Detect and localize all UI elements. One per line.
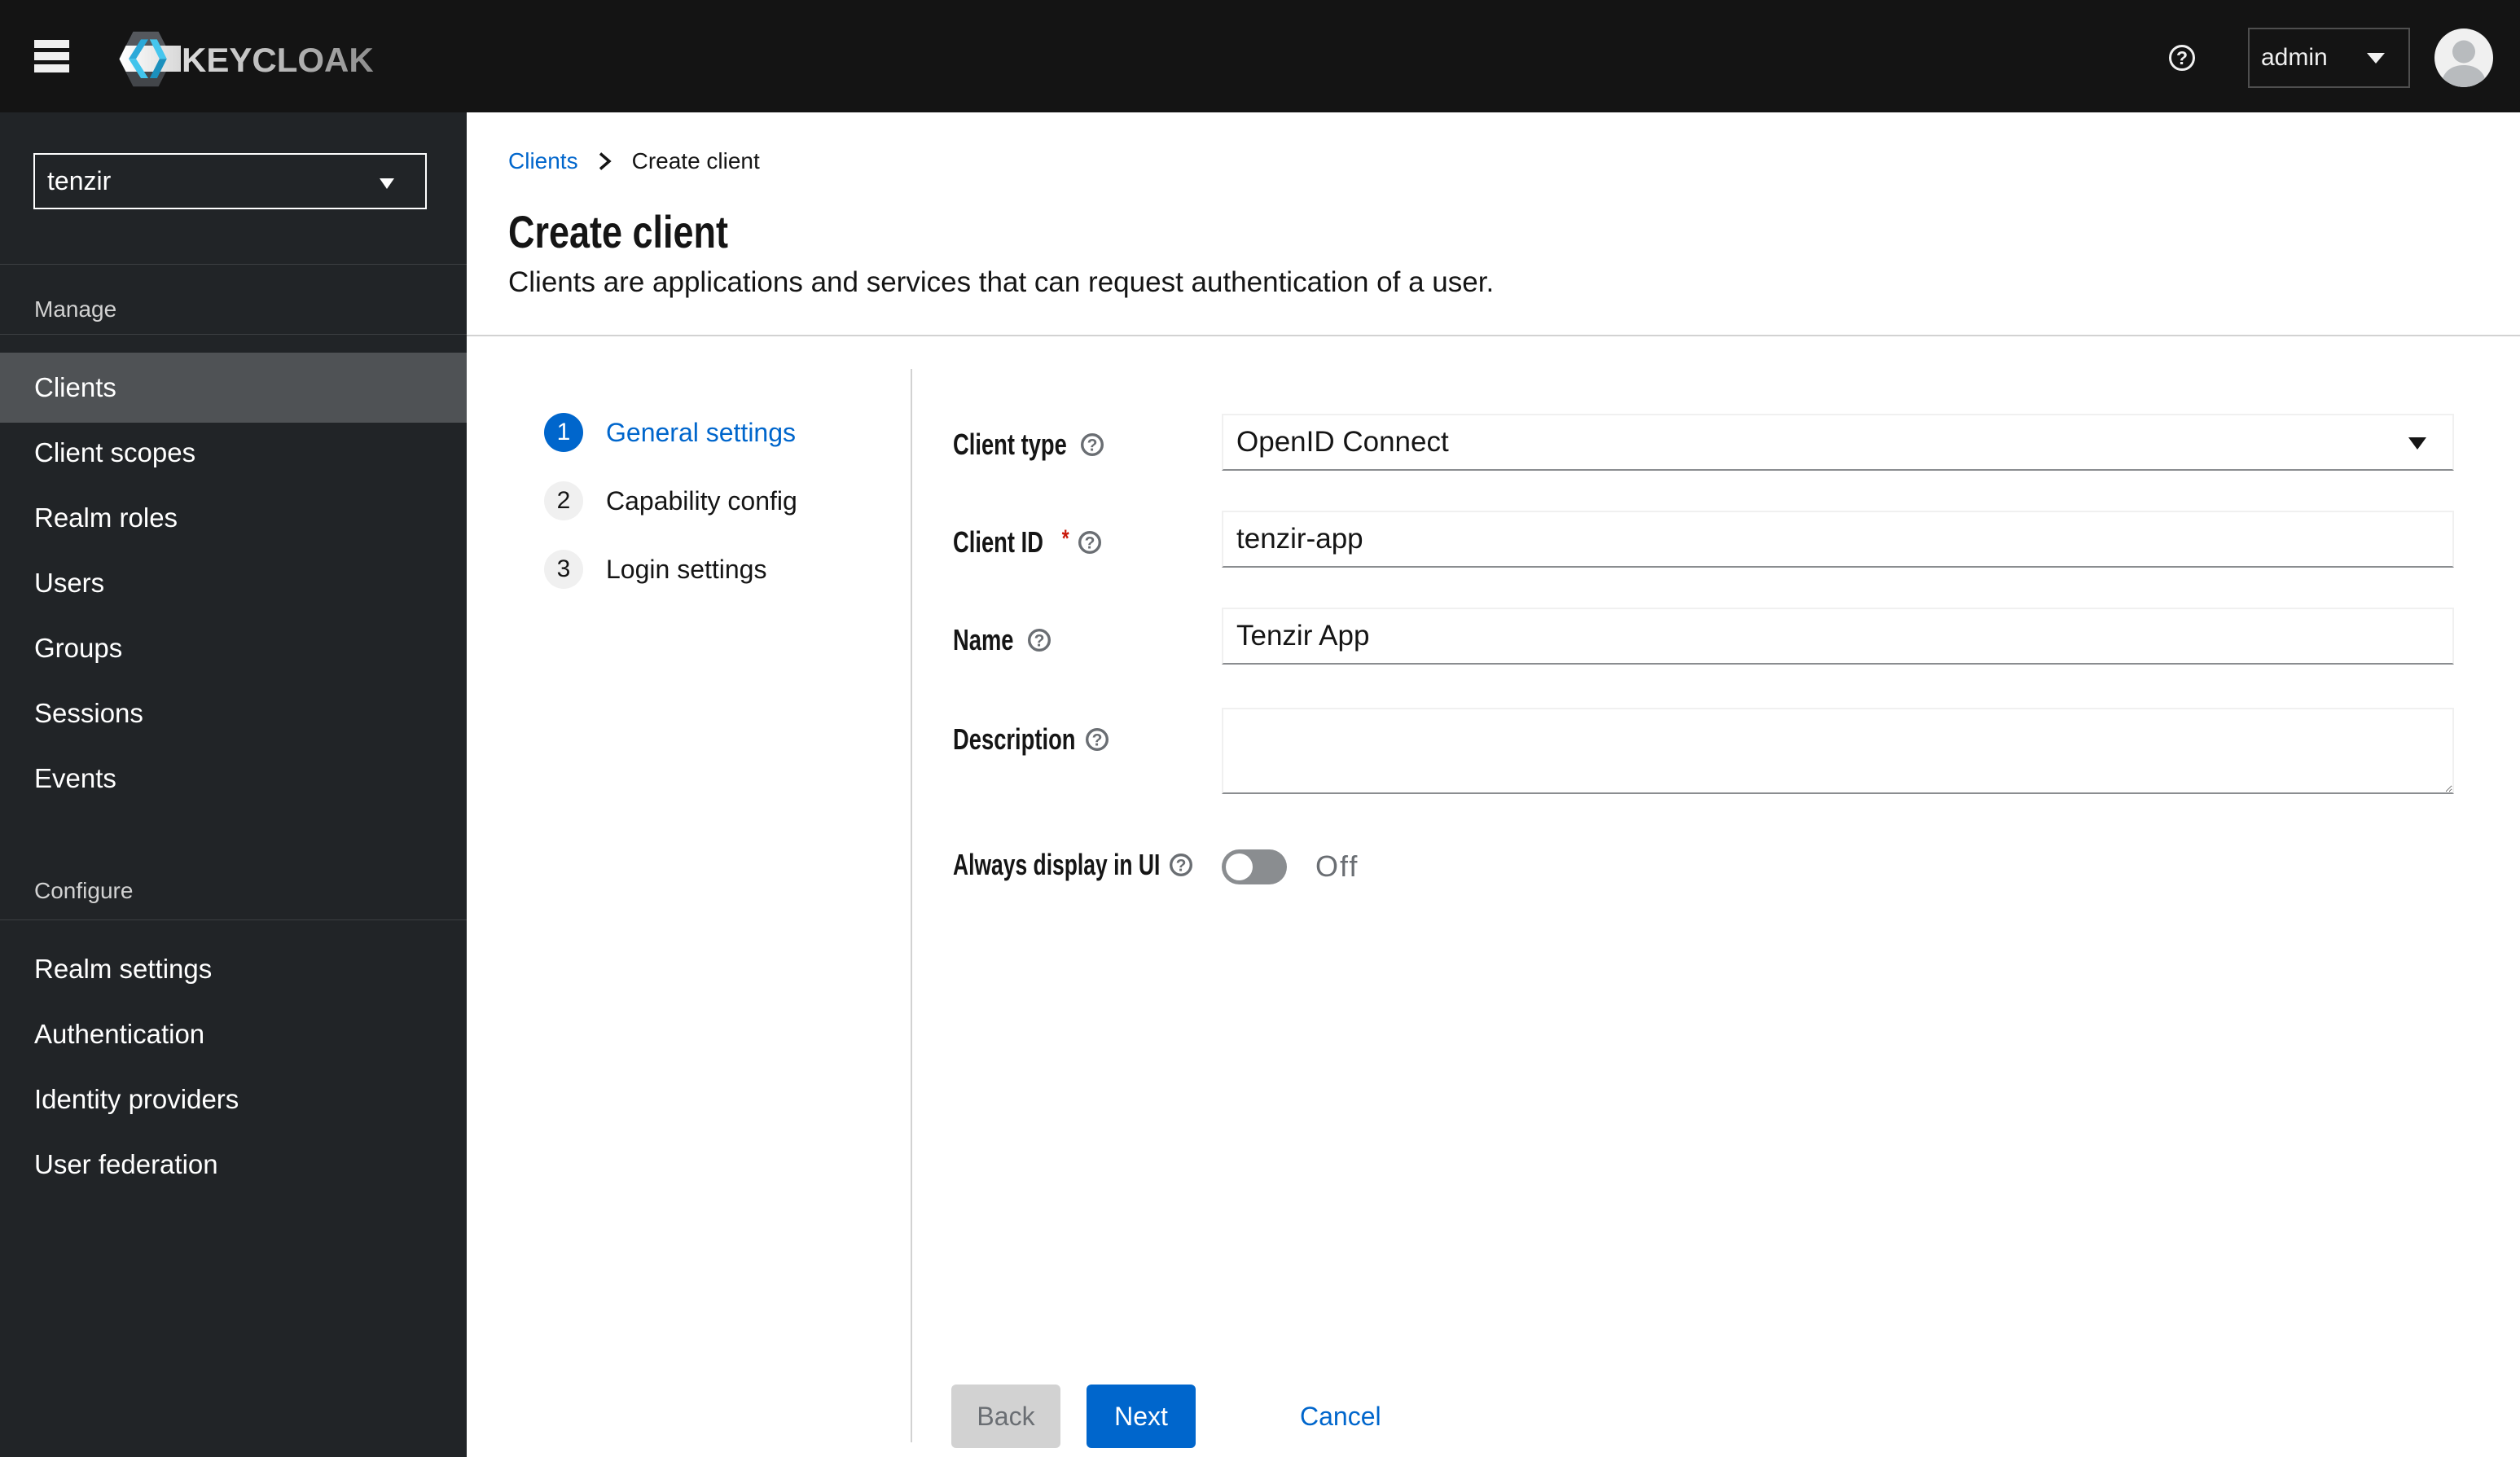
svg-text:KEYCLOAK: KEYCLOAK [182, 41, 374, 79]
svg-text:?: ? [1034, 632, 1045, 651]
svg-text:?: ? [1087, 437, 1098, 455]
svg-text:?: ? [1092, 731, 1103, 750]
svg-text:?: ? [2176, 47, 2188, 68]
svg-text:?: ? [1085, 534, 1095, 553]
svg-text:?: ? [1176, 857, 1187, 876]
